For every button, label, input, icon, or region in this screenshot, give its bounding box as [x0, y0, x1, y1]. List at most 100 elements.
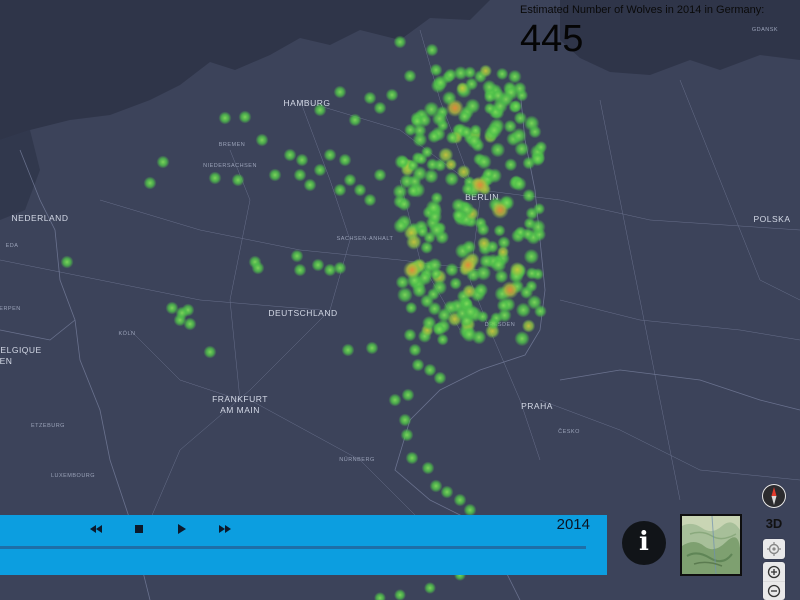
- heat-point: [143, 176, 157, 190]
- heat-point: [476, 154, 492, 170]
- heat-point: [397, 197, 412, 212]
- heat-point: [268, 168, 282, 182]
- map-label-praha: PRAHA: [521, 401, 553, 411]
- heat-point: [283, 148, 297, 162]
- map-label-nurnberg: NÜRNBERG: [339, 456, 374, 463]
- map-label-polska: POLSKA: [753, 214, 790, 224]
- heat-point: [514, 141, 530, 157]
- heat-point: [408, 343, 422, 357]
- heat-point: [415, 152, 428, 166]
- heat-point: [183, 317, 197, 331]
- heat-point: [398, 413, 412, 427]
- heat-point: [425, 199, 442, 216]
- heat-hotspot: [446, 99, 464, 117]
- stop-icon: [135, 525, 143, 533]
- heat-point: [476, 222, 490, 237]
- heat-point: [420, 293, 435, 309]
- heat-point: [403, 69, 417, 83]
- zoom-in-icon: [767, 565, 781, 579]
- rewind-button[interactable]: [86, 519, 106, 539]
- terrain-layer-toggle[interactable]: [680, 514, 742, 576]
- map-view[interactable]: HAMBURG BREMEN NIEDERSACHSEN NEDERLAND BERLI…: [0, 0, 800, 600]
- heat-point: [515, 302, 531, 318]
- locate-icon: [767, 542, 781, 556]
- map-label-nederland: NEDERLAND: [12, 213, 69, 223]
- info-button[interactable]: i: [622, 521, 666, 565]
- heat-point: [400, 428, 414, 442]
- heat-point: [412, 165, 428, 182]
- heat-point: [311, 258, 325, 272]
- heat-point: [523, 248, 540, 265]
- heat-point: [431, 111, 448, 127]
- wolf-count-panel: Estimated Number of Wolves in 2014 in Ge…: [520, 4, 790, 58]
- heat-point: [456, 164, 471, 179]
- heat-point: [451, 208, 466, 222]
- compass-icon: [763, 485, 785, 507]
- heat-point: [363, 193, 377, 207]
- timeline-scrubber[interactable]: [0, 546, 586, 549]
- heat-point: [392, 184, 408, 200]
- map-label-deutschland: DEUTSCHLAND: [268, 308, 337, 318]
- heat-point: [486, 122, 503, 139]
- compass-button[interactable]: [762, 484, 786, 508]
- map-canvas[interactable]: HAMBURGBREMENNIEDERSACHSENNEDERLANDBERLI…: [0, 0, 800, 600]
- heat-point: [511, 127, 527, 144]
- heat-point: [504, 158, 518, 172]
- terrain-preview-icon: [682, 516, 740, 574]
- heat-point: [462, 303, 479, 320]
- heat-point: [290, 249, 304, 263]
- heat-point: [444, 262, 459, 277]
- heat-point: [396, 286, 413, 303]
- heat-point: [393, 218, 409, 234]
- heat-point: [438, 147, 454, 163]
- heat-point: [525, 280, 538, 293]
- heat-point: [394, 589, 406, 600]
- map-label-eda: EDA: [6, 243, 19, 249]
- heat-point: [251, 261, 265, 275]
- heat-point: [453, 493, 467, 507]
- heat-point: [218, 111, 232, 125]
- zoom-in-button[interactable]: [763, 562, 785, 582]
- heat-point: [479, 64, 493, 78]
- heat-point: [433, 371, 447, 385]
- stop-button[interactable]: [129, 519, 149, 539]
- heat-point: [156, 155, 170, 169]
- map-label-frankfurt: FRANKFURT: [212, 394, 268, 404]
- heat-point: [421, 461, 435, 475]
- heat-point: [525, 267, 539, 280]
- toggle-3d-button[interactable]: 3D: [763, 514, 785, 534]
- heat-hotspot: [403, 261, 421, 279]
- heat-point: [533, 304, 547, 318]
- heat-point: [444, 171, 460, 187]
- heat-point: [255, 133, 269, 147]
- heat-point: [348, 113, 362, 127]
- heat-point: [462, 240, 477, 255]
- heat-point: [431, 279, 448, 296]
- heat-point: [313, 163, 327, 177]
- info-icon: i: [639, 527, 649, 557]
- heat-point: [393, 35, 407, 49]
- heat-point: [405, 451, 419, 465]
- map-label-cesko: ČESKO: [558, 428, 580, 435]
- heat-point: [323, 148, 337, 162]
- wolf-count-value: 445: [520, 18, 584, 60]
- heat-point: [429, 479, 443, 493]
- heat-point: [464, 98, 481, 114]
- heat-point: [445, 131, 459, 145]
- heat-point: [343, 173, 357, 187]
- zoom-out-button[interactable]: [763, 582, 785, 600]
- heat-point: [461, 326, 478, 343]
- locate-button[interactable]: [763, 539, 785, 559]
- heat-point: [440, 485, 454, 499]
- heat-point: [341, 343, 355, 357]
- heat-hotspot: [471, 176, 489, 194]
- fast-forward-button[interactable]: [215, 519, 235, 539]
- heat-point: [496, 245, 510, 259]
- heat-point: [396, 155, 410, 169]
- heat-point: [522, 188, 536, 203]
- play-button[interactable]: [172, 519, 192, 539]
- heat-point: [208, 171, 222, 185]
- heat-point: [525, 206, 539, 220]
- heat-point: [487, 317, 500, 330]
- timeline-bar: 2014: [0, 515, 607, 575]
